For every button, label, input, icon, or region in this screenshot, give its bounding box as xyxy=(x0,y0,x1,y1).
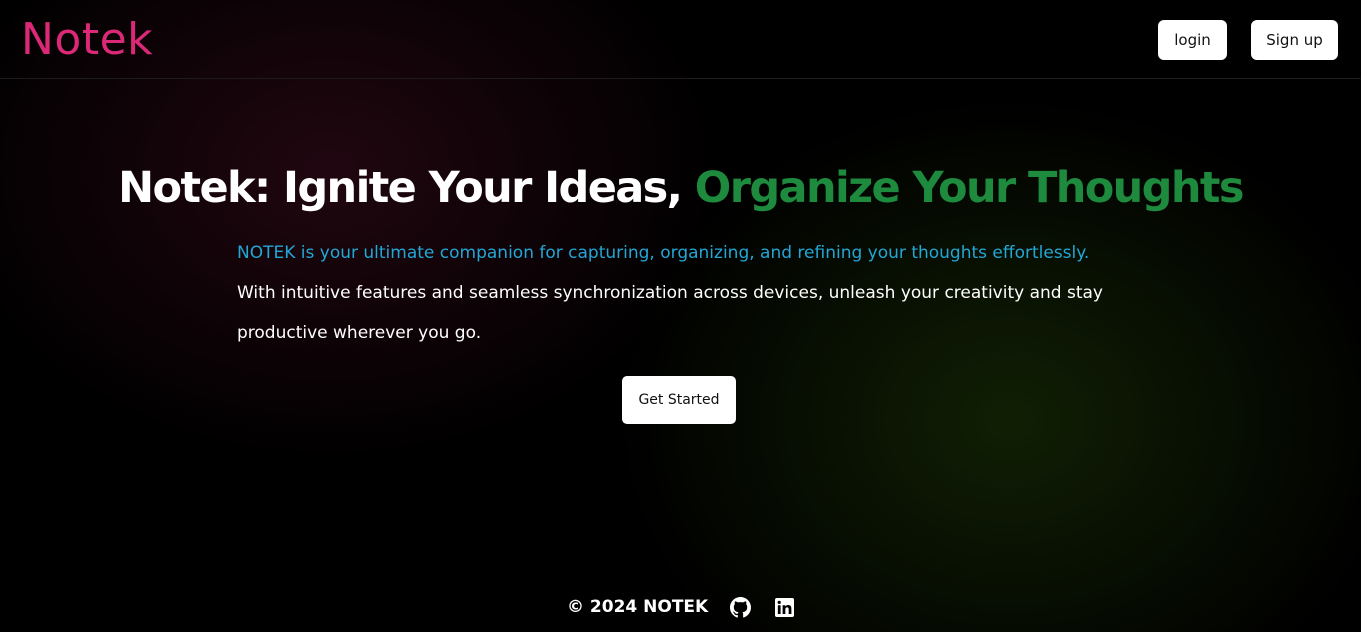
hero-title-primary: Notek: Ignite Your Ideas, xyxy=(118,163,695,213)
hero-title: Notek: Ignite Your Ideas, Organize Your … xyxy=(0,160,1361,216)
signup-button[interactable]: Sign up xyxy=(1251,20,1338,60)
copyright-text: © 2024 NOTEK xyxy=(567,597,709,617)
login-button[interactable]: login xyxy=(1158,20,1227,60)
hero-description: NOTEK is your ultimate companion for cap… xyxy=(237,233,1117,353)
get-started-button[interactable]: Get Started xyxy=(622,376,736,424)
footer: © 2024 NOTEK xyxy=(567,593,795,621)
hero-title-accent: Organize Your Thoughts xyxy=(694,163,1245,213)
hero-description-body: With intuitive features and seamless syn… xyxy=(237,283,1103,343)
github-icon[interactable] xyxy=(729,596,751,618)
navbar: Notek login Sign up xyxy=(0,0,1361,79)
logo[interactable]: Notek xyxy=(21,12,153,68)
hero-description-highlight: NOTEK is your ultimate companion for cap… xyxy=(237,243,1090,263)
linkedin-icon[interactable] xyxy=(773,596,795,618)
